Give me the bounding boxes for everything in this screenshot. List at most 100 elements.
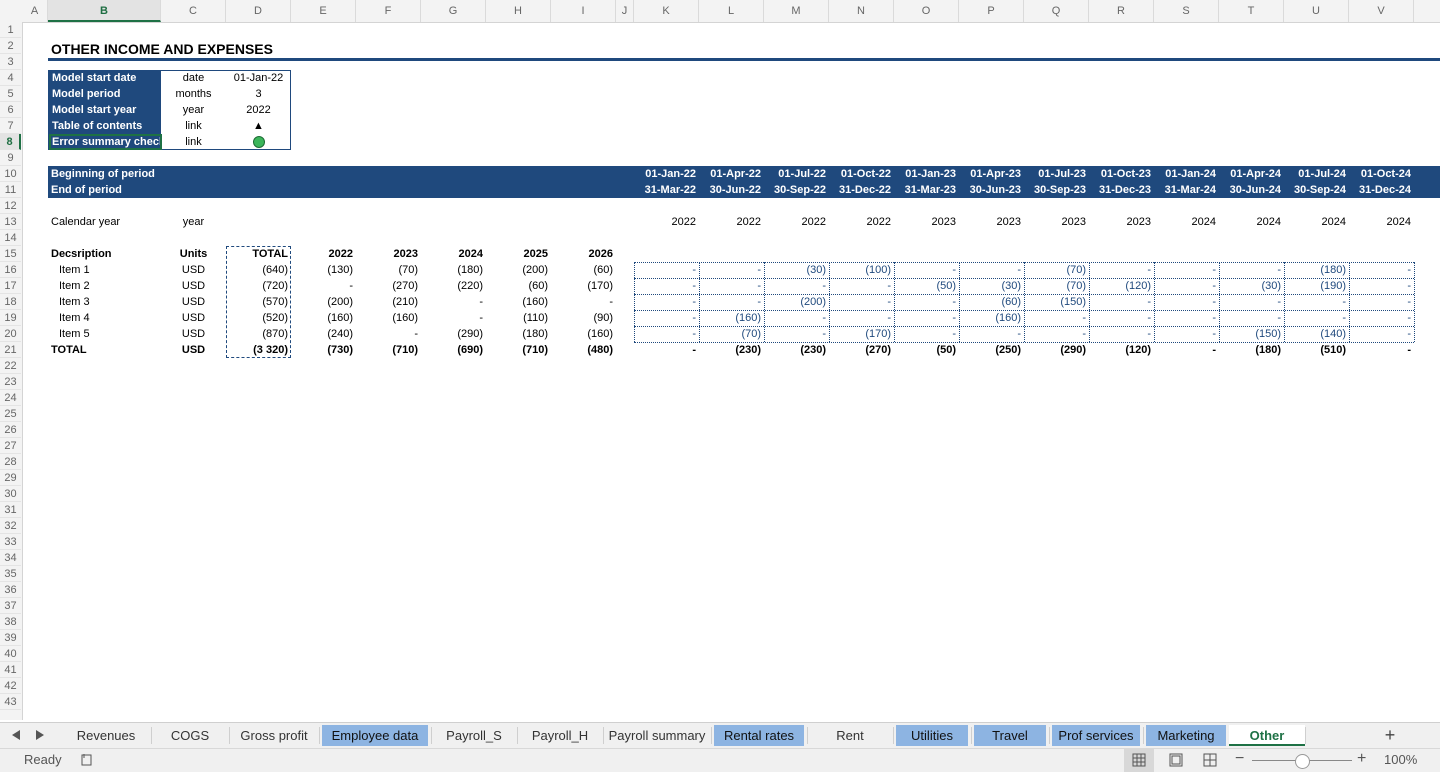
item-period-input[interactable]: (160) [699,310,764,326]
item-period-input[interactable]: (70) [1024,262,1089,278]
item-period-input[interactable]: - [634,294,699,310]
row-header-14[interactable]: 14 [0,230,21,246]
item-period-input[interactable]: (120) [1089,278,1154,294]
item-period-input[interactable]: - [634,310,699,326]
zoom-in-button[interactable]: + [1357,750,1366,768]
sheet-tab-rent[interactable]: Rent [807,725,893,746]
row-header-17[interactable]: 17 [0,278,21,294]
row-header-12[interactable]: 12 [0,198,21,214]
item-period-input[interactable]: - [894,262,959,278]
item-period-input[interactable]: - [699,262,764,278]
row-header-30[interactable]: 30 [0,486,21,502]
column-header-m[interactable]: M [764,0,829,22]
sheet-tab-payroll-s[interactable]: Payroll_S [431,725,517,746]
column-header-a[interactable]: A [22,0,48,22]
zoom-out-button[interactable]: − [1235,750,1244,768]
row-header-36[interactable]: 36 [0,582,21,598]
item-period-input[interactable]: (50) [894,278,959,294]
column-header-l[interactable]: L [699,0,764,22]
row-header-2[interactable]: 2 [0,38,21,54]
item-period-input[interactable]: - [1219,262,1284,278]
row-header-9[interactable]: 9 [0,150,21,166]
column-header-c[interactable]: C [161,0,226,22]
item-period-input[interactable]: (30) [959,278,1024,294]
item-period-input[interactable]: - [1154,326,1219,342]
row-header-20[interactable]: 20 [0,326,21,342]
item-period-input[interactable]: - [1089,310,1154,326]
row-header-43[interactable]: 43 [0,694,21,710]
item-period-input[interactable]: - [1349,262,1414,278]
row-header-19[interactable]: 19 [0,310,21,326]
sheet-tab-payroll-summary[interactable]: Payroll summary [603,725,711,746]
worksheet-grid[interactable]: OTHER INCOME AND EXPENSES Model start da… [22,22,1440,720]
row-header-33[interactable]: 33 [0,534,21,550]
row-header-25[interactable]: 25 [0,406,21,422]
item-period-input[interactable]: - [1284,310,1349,326]
row-header-1[interactable]: 1 [0,22,21,38]
row-header-6[interactable]: 6 [0,102,21,118]
row-header-11[interactable]: 11 [0,182,21,198]
column-header-u[interactable]: U [1284,0,1349,22]
row-header-10[interactable]: 10 [0,166,21,182]
row-header-37[interactable]: 37 [0,598,21,614]
row-header-41[interactable]: 41 [0,662,21,678]
item-period-input[interactable]: (190) [1284,278,1349,294]
page-layout-view-icon[interactable] [1164,749,1188,772]
row-header-5[interactable]: 5 [0,86,21,102]
sheet-tab-revenues[interactable]: Revenues [61,725,151,746]
row-header-35[interactable]: 35 [0,566,21,582]
zoom-slider-thumb[interactable] [1295,754,1310,769]
column-header-r[interactable]: R [1089,0,1154,22]
page-break-view-icon[interactable] [1198,749,1222,772]
row-header-31[interactable]: 31 [0,502,21,518]
column-header-v[interactable]: V [1349,0,1414,22]
row-header-4[interactable]: 4 [0,70,21,86]
row-header-23[interactable]: 23 [0,374,21,390]
item-period-input[interactable]: - [1154,278,1219,294]
item-period-input[interactable]: (100) [829,262,894,278]
scroll-left-icon[interactable] [12,730,20,740]
column-header-f[interactable]: F [356,0,421,22]
row-header-24[interactable]: 24 [0,390,21,406]
item-period-input[interactable]: - [1349,278,1414,294]
item-period-input[interactable]: (150) [1219,326,1284,342]
item-period-input[interactable]: - [959,326,1024,342]
item-period-input[interactable]: - [1349,294,1414,310]
row-header-29[interactable]: 29 [0,470,21,486]
item-period-input[interactable]: - [699,294,764,310]
row-header-26[interactable]: 26 [0,422,21,438]
item-period-input[interactable]: - [1024,310,1089,326]
item-period-input[interactable]: (30) [1219,278,1284,294]
item-period-input[interactable]: - [829,310,894,326]
column-header-p[interactable]: P [959,0,1024,22]
item-period-input[interactable]: - [1154,294,1219,310]
sheet-tab-prof-services[interactable]: Prof services [1052,725,1140,746]
row-header-18[interactable]: 18 [0,294,21,310]
item-period-input[interactable]: - [764,326,829,342]
item-period-input[interactable]: - [1154,262,1219,278]
row-header-7[interactable]: 7 [0,118,21,134]
item-period-input[interactable]: (170) [829,326,894,342]
sheet-tab-employee-data[interactable]: Employee data [322,725,428,746]
row-header-40[interactable]: 40 [0,646,21,662]
item-period-input[interactable]: - [1089,262,1154,278]
scroll-right-icon[interactable] [36,730,44,740]
item-period-input[interactable]: (200) [764,294,829,310]
item-period-input[interactable]: - [1219,310,1284,326]
item-period-input[interactable]: (150) [1024,294,1089,310]
add-sheet-button[interactable]: + [1375,725,1405,746]
sheet-tab-payroll-h[interactable]: Payroll_H [517,725,603,746]
table-of-contents-link[interactable]: ▲ [226,118,291,134]
item-period-input[interactable]: (60) [959,294,1024,310]
row-header-39[interactable]: 39 [0,630,21,646]
item-period-input[interactable]: - [1024,326,1089,342]
column-header-j[interactable]: J [616,0,634,22]
column-header-k[interactable]: K [634,0,699,22]
item-period-input[interactable]: - [1219,294,1284,310]
item-period-input[interactable]: - [764,310,829,326]
row-header-27[interactable]: 27 [0,438,21,454]
accessibility-icon[interactable] [80,753,92,766]
item-period-input[interactable]: - [894,326,959,342]
item-period-input[interactable]: - [829,278,894,294]
column-header-s[interactable]: S [1154,0,1219,22]
